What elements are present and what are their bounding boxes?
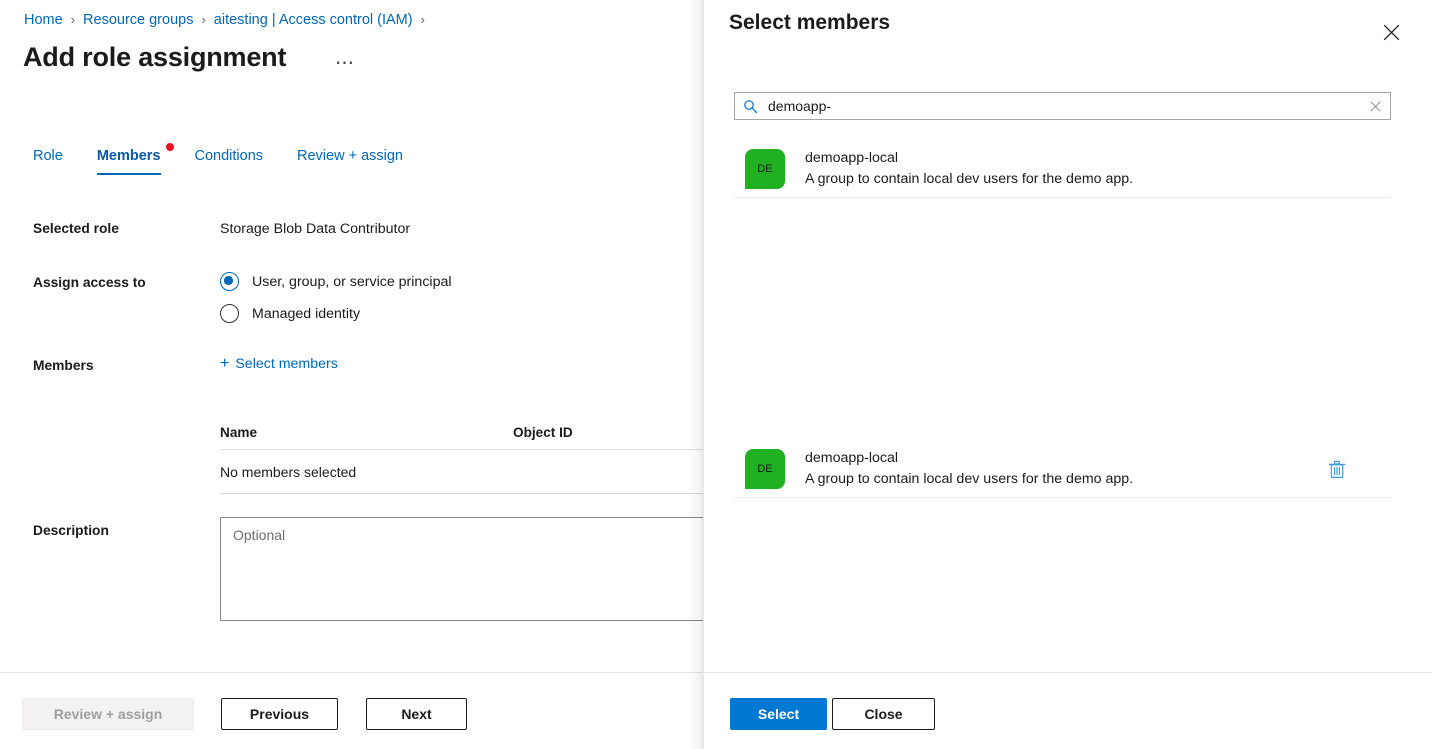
search-box[interactable] bbox=[734, 92, 1391, 120]
avatar: DE bbox=[745, 149, 785, 189]
tab-members-required-dot-icon bbox=[166, 143, 174, 151]
breadcrumb-item-resource-groups[interactable]: Resource groups bbox=[83, 10, 193, 30]
next-button[interactable]: Next bbox=[366, 698, 467, 730]
assign-access-to-label: Assign access to bbox=[33, 275, 146, 290]
page-title: Add role assignment bbox=[23, 42, 286, 73]
members-empty-text: No members selected bbox=[220, 464, 356, 480]
trash-icon[interactable] bbox=[1325, 457, 1349, 481]
search-results-list: DE demoapp-local A group to contain loca… bbox=[734, 141, 1391, 198]
list-item-name: demoapp-local bbox=[805, 148, 1391, 169]
members-label: Members bbox=[33, 358, 94, 373]
close-button[interactable]: Close bbox=[832, 698, 935, 730]
radio-button-icon[interactable] bbox=[220, 272, 239, 291]
plus-icon: + bbox=[220, 356, 229, 372]
breadcrumb-item-access-control[interactable]: aitesting | Access control (IAM) bbox=[214, 10, 413, 30]
list-item-text: demoapp-local A group to contain local d… bbox=[805, 448, 1325, 490]
clear-search-icon[interactable] bbox=[1366, 97, 1384, 115]
tab-role[interactable]: Role bbox=[33, 148, 63, 175]
radio-managed-identity[interactable]: Managed identity bbox=[220, 304, 360, 323]
tab-conditions-label: Conditions bbox=[195, 148, 264, 164]
list-item[interactable]: DE demoapp-local A group to contain loca… bbox=[734, 441, 1391, 498]
description-label: Description bbox=[33, 523, 109, 538]
selected-role-value: Storage Blob Data Contributor bbox=[220, 221, 410, 237]
description-input[interactable] bbox=[220, 517, 710, 621]
breadcrumb-item-home[interactable]: Home bbox=[24, 10, 63, 30]
tab-conditions[interactable]: Conditions bbox=[195, 148, 264, 175]
breadcrumb-separator-icon: › bbox=[201, 10, 205, 30]
tab-review-assign-label: Review + assign bbox=[297, 148, 403, 164]
avatar: DE bbox=[745, 449, 785, 489]
column-header-name: Name bbox=[220, 425, 513, 440]
tab-members-label: Members bbox=[97, 148, 161, 164]
members-table: Name Object ID No members selected bbox=[220, 415, 710, 494]
search-icon bbox=[743, 99, 758, 114]
breadcrumb: Home › Resource groups › aitesting | Acc… bbox=[24, 10, 433, 30]
tab-members[interactable]: Members bbox=[97, 148, 161, 175]
tab-review-assign[interactable]: Review + assign bbox=[297, 148, 403, 175]
review-assign-button[interactable]: Review + assign bbox=[22, 698, 194, 730]
panel-title: Select members bbox=[729, 11, 890, 35]
search-input[interactable] bbox=[766, 97, 1366, 115]
members-table-header: Name Object ID bbox=[220, 415, 710, 450]
breadcrumb-separator-icon: › bbox=[71, 10, 75, 30]
add-role-assignment-page: Home › Resource groups › aitesting | Acc… bbox=[0, 0, 710, 749]
more-options-icon[interactable]: ⋯ bbox=[335, 52, 355, 75]
panel-footer-divider bbox=[704, 672, 1432, 673]
selected-role-label: Selected role bbox=[33, 221, 119, 236]
list-item-text: demoapp-local A group to contain local d… bbox=[805, 148, 1391, 190]
list-item[interactable]: DE demoapp-local A group to contain loca… bbox=[734, 141, 1391, 198]
breadcrumb-separator-icon: › bbox=[421, 10, 425, 30]
close-icon[interactable] bbox=[1372, 13, 1410, 51]
column-header-object-id: Object ID bbox=[513, 425, 710, 440]
selected-members-list: DE demoapp-local A group to contain loca… bbox=[734, 441, 1391, 498]
wizard-tabs: Role Members Conditions Review + assign bbox=[33, 148, 437, 175]
select-members-panel: Select members DE bbox=[703, 0, 1432, 749]
table-row: No members selected bbox=[220, 450, 710, 494]
radio-user-group-service-principal-label: User, group, or service principal bbox=[252, 274, 452, 290]
app-root: Home › Resource groups › aitesting | Acc… bbox=[0, 0, 1432, 749]
previous-button[interactable]: Previous bbox=[221, 698, 338, 730]
list-item-description: A group to contain local dev users for t… bbox=[805, 169, 1391, 190]
tab-role-label: Role bbox=[33, 148, 63, 164]
list-item-name: demoapp-local bbox=[805, 448, 1325, 469]
radio-managed-identity-label: Managed identity bbox=[252, 306, 360, 322]
select-button[interactable]: Select bbox=[730, 698, 827, 730]
radio-user-group-service-principal[interactable]: User, group, or service principal bbox=[220, 272, 452, 291]
select-members-label: Select members bbox=[235, 356, 338, 372]
radio-button-icon[interactable] bbox=[220, 304, 239, 323]
list-item-description: A group to contain local dev users for t… bbox=[805, 469, 1325, 490]
select-members-button[interactable]: + Select members bbox=[220, 356, 338, 372]
